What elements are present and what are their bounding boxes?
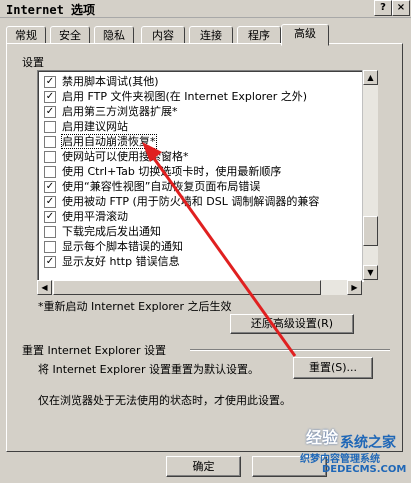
watermark-site-url: DEDECMS.COM (322, 464, 407, 475)
watermark-site-cn: 织梦内容管理系统 (300, 454, 380, 465)
arrow-line (146, 149, 297, 357)
watermark-text-1: 经验 (306, 428, 339, 447)
annotation-arrow (142, 142, 297, 357)
arrow-head (142, 142, 162, 162)
watermark-text-2: 系统之家 (340, 435, 396, 451)
tab-advanced[interactable]: 高级 (281, 24, 329, 46)
